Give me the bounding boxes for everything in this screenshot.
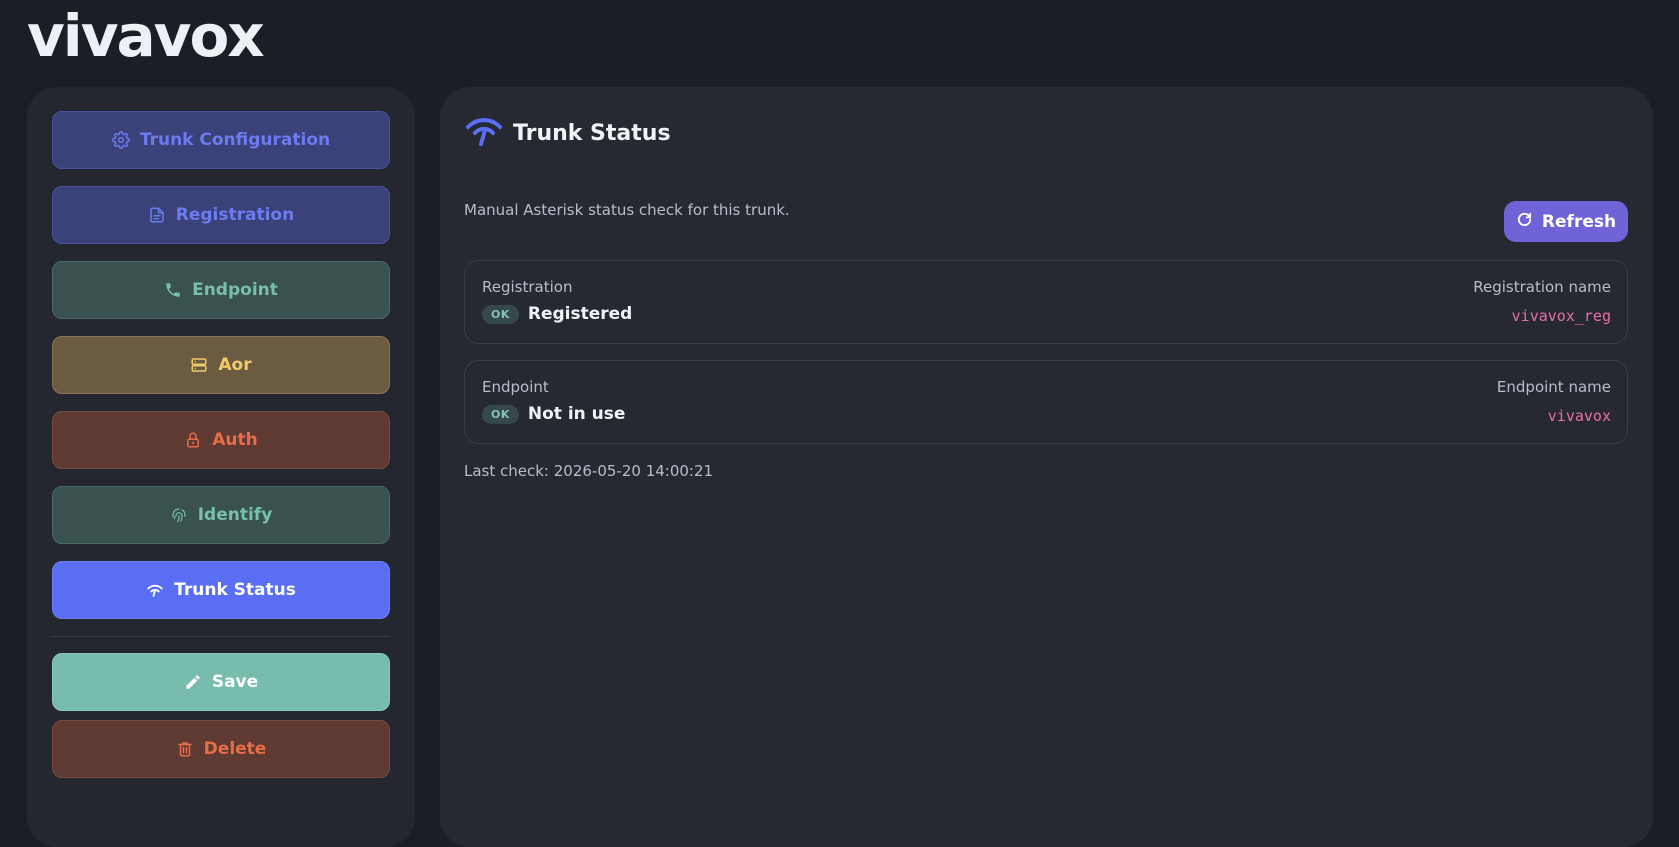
registration-status-card: Registration OK Registered Registration … xyxy=(464,260,1628,344)
wifi-icon xyxy=(465,115,503,151)
registration-state: OK Registered xyxy=(482,304,632,324)
sidebar-item-trunk-status[interactable]: Trunk Status xyxy=(52,561,390,619)
sidebar: Trunk Configuration Registration Endpoin… xyxy=(27,87,415,847)
sidebar-item-label: Identify xyxy=(197,505,273,525)
delete-button[interactable]: Delete xyxy=(52,720,390,778)
endpoint-state: OK Not in use xyxy=(482,404,625,424)
refresh-button-label: Refresh xyxy=(1541,211,1617,232)
registration-name-label: Registration name xyxy=(1473,278,1611,296)
sidebar-item-aor[interactable]: Aor xyxy=(52,336,390,394)
registration-state-text: Registered xyxy=(527,304,633,324)
app-logo: vivavox xyxy=(27,2,265,70)
endpoint-status-card: Endpoint OK Not in use Endpoint name viv… xyxy=(464,360,1628,444)
sidebar-item-label: Trunk Status xyxy=(174,580,296,600)
sidebar-item-label: Trunk Configuration xyxy=(139,130,331,150)
panel-header: Trunk Status xyxy=(465,115,671,151)
sidebar-item-identify[interactable]: Identify xyxy=(52,486,390,544)
panel-title: Trunk Status xyxy=(513,120,671,146)
status-badge: OK xyxy=(482,304,519,324)
sidebar-item-registration[interactable]: Registration xyxy=(52,186,390,244)
endpoint-name-label: Endpoint name xyxy=(1496,378,1611,396)
sidebar-item-endpoint[interactable]: Endpoint xyxy=(52,261,390,319)
status-badge: OK xyxy=(482,404,519,424)
registration-label: Registration xyxy=(482,278,573,296)
sidebar-item-label: Registration xyxy=(175,205,295,225)
panel-description: Manual Asterisk status check for this tr… xyxy=(464,201,790,219)
pencil-icon xyxy=(184,673,202,691)
refresh-button[interactable]: Refresh xyxy=(1504,201,1628,242)
sidebar-item-trunk-configuration[interactable]: Trunk Configuration xyxy=(52,111,390,169)
phone-icon xyxy=(164,281,182,299)
endpoint-name-value: vivavox xyxy=(1547,407,1611,425)
last-check-timestamp: Last check: 2026-05-20 14:00:21 xyxy=(464,462,714,480)
document-icon xyxy=(148,206,166,224)
registration-name-value: vivavox_reg xyxy=(1511,307,1611,325)
lock-icon xyxy=(184,431,202,449)
trash-icon xyxy=(176,740,194,758)
sidebar-item-label: Aor xyxy=(218,355,252,375)
trunk-status-panel: Trunk Status Manual Asterisk status chec… xyxy=(440,87,1653,847)
server-icon xyxy=(190,356,208,374)
save-button-label: Save xyxy=(211,672,259,692)
save-button[interactable]: Save xyxy=(52,653,390,711)
sidebar-divider xyxy=(52,636,390,637)
refresh-icon xyxy=(1516,211,1533,233)
sidebar-item-label: Endpoint xyxy=(192,280,278,300)
sidebar-item-auth[interactable]: Auth xyxy=(52,411,390,469)
endpoint-label: Endpoint xyxy=(482,378,549,396)
delete-button-label: Delete xyxy=(203,739,267,759)
gear-icon xyxy=(111,131,130,149)
fingerprint-icon xyxy=(170,506,188,524)
endpoint-state-text: Not in use xyxy=(527,404,626,424)
wifi-icon xyxy=(146,581,164,599)
sidebar-item-label: Auth xyxy=(212,430,258,450)
